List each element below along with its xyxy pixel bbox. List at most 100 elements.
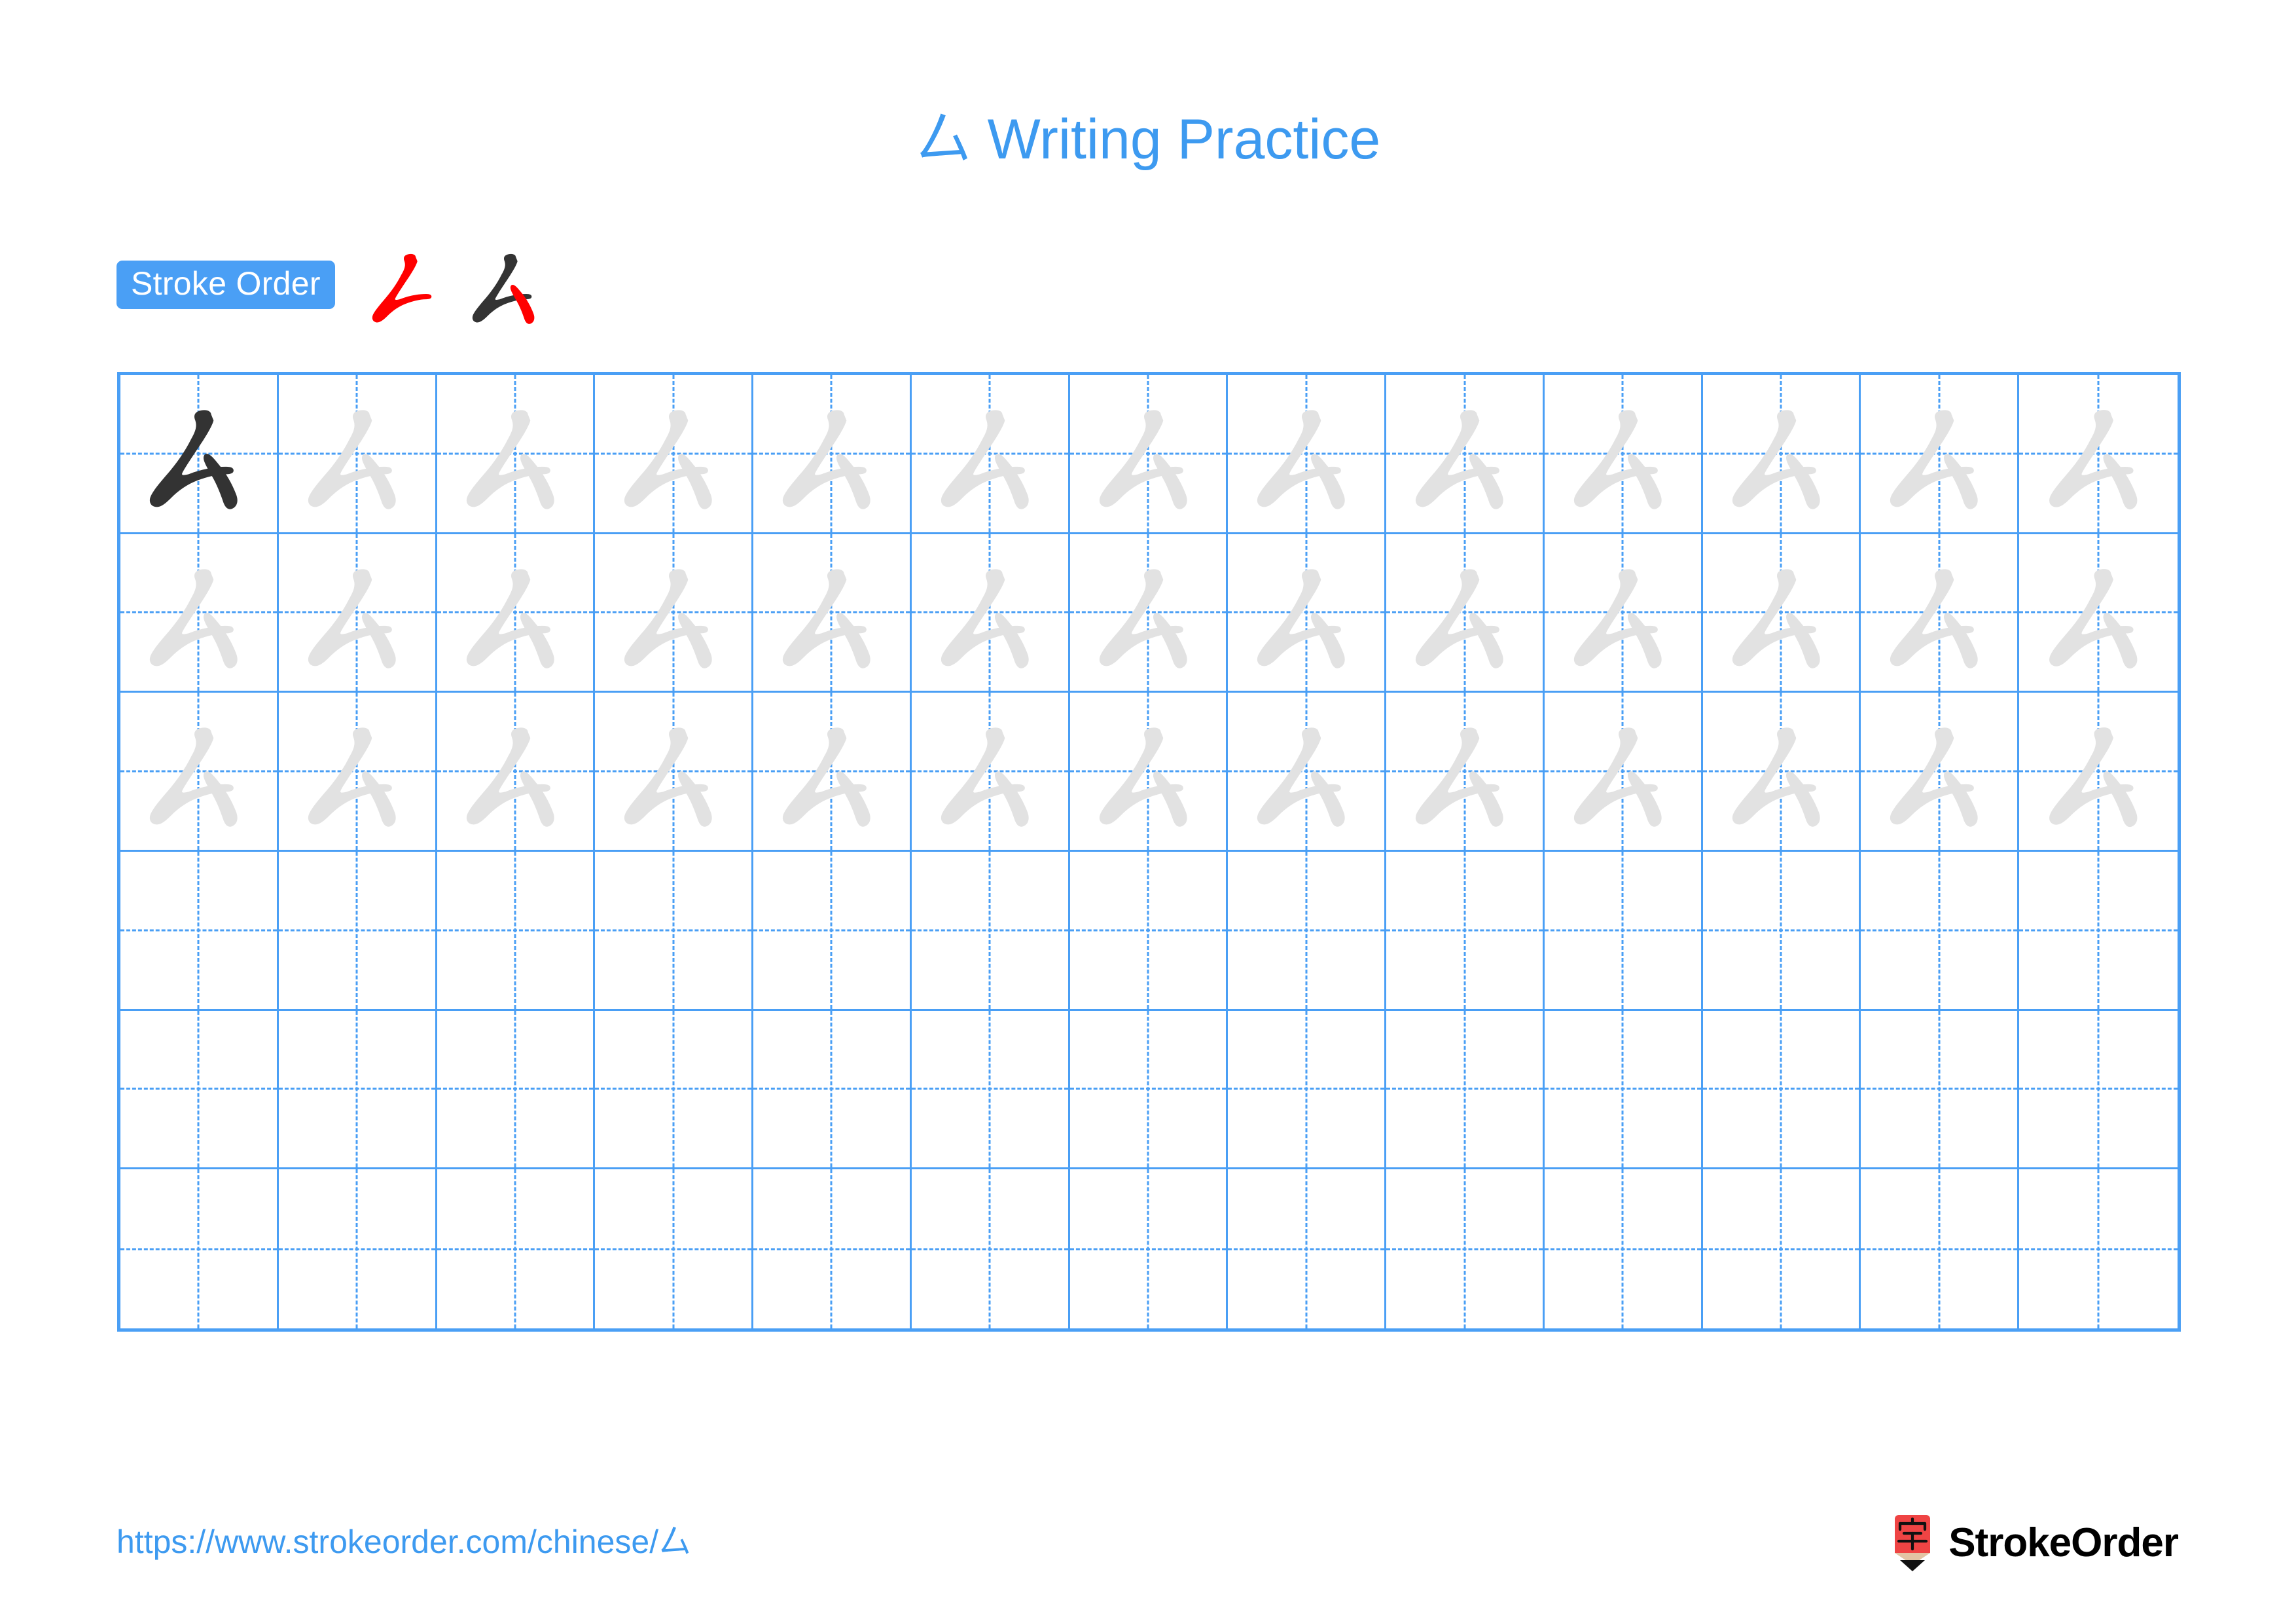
practice-cell[interactable] <box>1544 534 1703 693</box>
character-trace-glyph <box>1545 534 1701 691</box>
practice-cell[interactable] <box>1228 852 1387 1011</box>
character-trace-glyph <box>1070 375 1227 532</box>
character-trace-glyph <box>595 375 751 532</box>
practice-cell[interactable] <box>437 534 596 693</box>
character-trace-glyph <box>2019 534 2178 691</box>
practice-cell[interactable] <box>1861 852 2020 1011</box>
character-trace-glyph <box>437 534 594 691</box>
character-trace-glyph <box>1070 693 1227 850</box>
practice-cell[interactable] <box>1069 693 1229 852</box>
page-title: 厶 Writing Practice <box>915 108 1381 171</box>
practice-cell[interactable] <box>437 375 596 534</box>
practice-cell[interactable] <box>1544 852 1703 1011</box>
practice-cell[interactable] <box>120 1169 279 1328</box>
character-trace-glyph <box>1070 534 1227 691</box>
practice-cell[interactable] <box>1544 375 1703 534</box>
practice-cell[interactable] <box>753 375 912 534</box>
practice-cell[interactable] <box>1545 1169 1703 1328</box>
practice-cell[interactable] <box>1702 693 1861 852</box>
practice-cell[interactable] <box>1861 534 2020 693</box>
practice-cell[interactable] <box>279 1169 437 1328</box>
practice-cell[interactable] <box>1702 1010 1861 1170</box>
practice-cell[interactable] <box>753 1169 912 1328</box>
practice-cell[interactable] <box>1703 1169 1861 1328</box>
practice-cell[interactable] <box>120 375 279 534</box>
practice-cell[interactable] <box>595 375 754 534</box>
practice-cell[interactable] <box>1386 534 1545 693</box>
practice-cell[interactable] <box>912 1169 1070 1328</box>
practice-cell[interactable] <box>1861 1010 2020 1170</box>
practice-cell[interactable] <box>1702 534 1861 693</box>
character-trace-glyph <box>2019 693 2178 850</box>
practice-cell[interactable] <box>1386 852 1545 1011</box>
practice-cell[interactable] <box>1228 534 1387 693</box>
character-trace-glyph <box>2019 375 2178 532</box>
practice-cell[interactable] <box>120 534 279 693</box>
character-trace-glyph <box>753 534 910 691</box>
practice-cell[interactable] <box>1069 1010 1229 1170</box>
practice-cell[interactable] <box>595 693 754 852</box>
practice-cell[interactable] <box>595 1010 754 1170</box>
character-trace-glyph <box>595 534 751 691</box>
character-trace-glyph <box>437 375 594 532</box>
practice-cell[interactable] <box>2019 693 2178 852</box>
practice-cell[interactable] <box>2019 1169 2178 1328</box>
character-trace-glyph <box>912 693 1068 850</box>
practice-cell[interactable] <box>1386 693 1545 852</box>
practice-cell[interactable] <box>278 1010 437 1170</box>
practice-cell[interactable] <box>911 852 1070 1011</box>
character-trace-glyph <box>753 693 910 850</box>
practice-cell[interactable] <box>1861 375 2020 534</box>
practice-cell[interactable] <box>1386 375 1545 534</box>
character-trace-glyph <box>120 693 277 850</box>
practice-cell[interactable] <box>1702 375 1861 534</box>
practice-cell[interactable] <box>595 852 754 1011</box>
stroke-order-section: Stroke Order <box>117 253 563 324</box>
practice-cell[interactable] <box>753 534 912 693</box>
practice-cell[interactable] <box>278 534 437 693</box>
practice-cell[interactable] <box>437 852 596 1011</box>
practice-cell[interactable] <box>278 693 437 852</box>
practice-cell[interactable] <box>120 852 279 1011</box>
practice-cell[interactable] <box>278 852 437 1011</box>
practice-cell[interactable] <box>2019 375 2178 534</box>
practice-cell[interactable] <box>1861 1169 2020 1328</box>
practice-cell[interactable] <box>1228 375 1387 534</box>
practice-cell[interactable] <box>1702 852 1861 1011</box>
practice-cell[interactable] <box>2019 852 2178 1011</box>
practice-cell[interactable] <box>1069 534 1229 693</box>
practice-cell[interactable] <box>1861 693 2020 852</box>
practice-cell[interactable] <box>753 1010 912 1170</box>
practice-cell[interactable] <box>1386 1169 1545 1328</box>
footer-url[interactable]: https://www.strokeorder.com/chinese/厶 <box>117 1522 691 1561</box>
practice-cell[interactable] <box>911 375 1070 534</box>
practice-cell[interactable] <box>911 534 1070 693</box>
practice-cell[interactable] <box>437 1169 596 1328</box>
practice-cell[interactable] <box>1070 1169 1229 1328</box>
practice-cell[interactable] <box>2019 534 2178 693</box>
practice-cell[interactable] <box>1386 1010 1545 1170</box>
practice-cell[interactable] <box>1069 852 1229 1011</box>
character-trace-glyph <box>279 534 435 691</box>
practice-cell[interactable] <box>911 693 1070 852</box>
practice-cell[interactable] <box>911 1010 1070 1170</box>
practice-cell[interactable] <box>1228 1010 1387 1170</box>
practice-cell[interactable] <box>595 534 754 693</box>
practice-cell[interactable] <box>120 1010 279 1170</box>
practice-cell[interactable] <box>595 1169 754 1328</box>
practice-cell[interactable] <box>753 693 912 852</box>
character-trace-glyph <box>279 693 435 850</box>
practice-cell[interactable] <box>437 693 596 852</box>
practice-cell[interactable] <box>120 693 279 852</box>
practice-cell[interactable] <box>1544 1010 1703 1170</box>
practice-cell[interactable] <box>1069 375 1229 534</box>
practice-cell[interactable] <box>753 852 912 1011</box>
practice-cell[interactable] <box>437 1010 596 1170</box>
practice-cell[interactable] <box>2019 1011 2178 1170</box>
character-trace-glyph <box>1703 534 1859 691</box>
character-trace-glyph <box>1861 693 2017 850</box>
practice-cell[interactable] <box>1228 1169 1387 1328</box>
practice-cell[interactable] <box>278 375 437 534</box>
practice-cell[interactable] <box>1228 693 1387 852</box>
practice-cell[interactable] <box>1544 693 1703 852</box>
